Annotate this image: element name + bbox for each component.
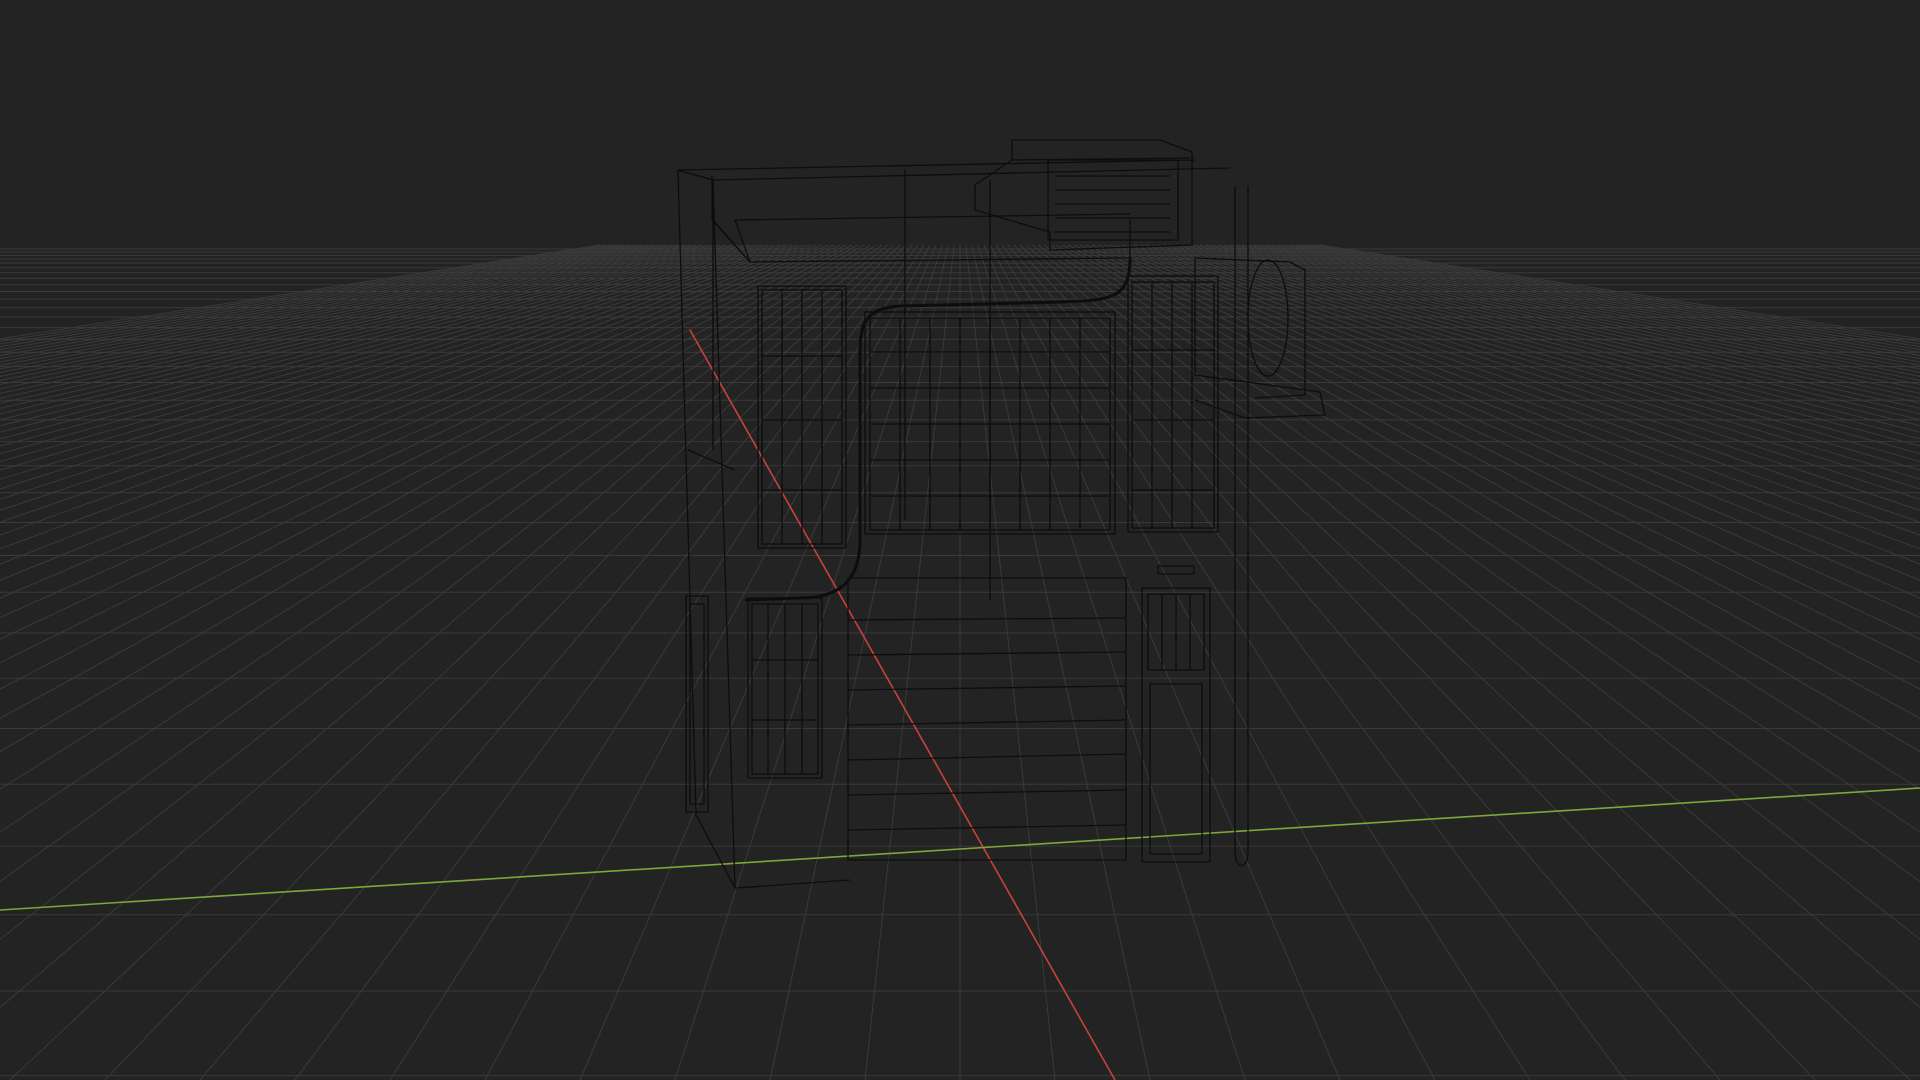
grid-line [199, 244, 913, 1080]
garage-shutter [847, 577, 1127, 861]
grid-line [0, 244, 883, 883]
grid-line [0, 244, 769, 471]
grid-line [989, 244, 1436, 1080]
grid-line [9, 244, 901, 1080]
grid-line [977, 244, 1246, 1080]
grid-line [1145, 244, 1920, 480]
grid-line [1103, 244, 1920, 565]
grid-line [0, 244, 619, 348]
grid-line [0, 244, 817, 565]
grid-line [0, 244, 667, 374]
grid-line [1139, 244, 1920, 490]
grid-line [995, 244, 1531, 1080]
side-panel [685, 595, 709, 813]
grid-line [1169, 244, 1920, 447]
grid-line [0, 244, 703, 399]
x-axis-line [689, 329, 1116, 1080]
3d-viewport[interactable] [0, 0, 1920, 1080]
grid-line [0, 244, 823, 581]
wall-cable [744, 257, 1132, 602]
grid-line [1049, 244, 1920, 790]
grid-line [0, 244, 613, 345]
grid-line [1175, 244, 1920, 440]
main-box [677, 159, 1231, 889]
grid-line [971, 244, 1151, 1080]
viewport-canvas[interactable] [0, 0, 1920, 1080]
grid-line [1133, 244, 1920, 500]
grid-line [1019, 244, 1911, 1080]
grid-line [0, 244, 637, 357]
grid-line [1283, 244, 1920, 357]
grid-line [1295, 244, 1920, 351]
grid-line [0, 244, 787, 500]
grid-line [1253, 244, 1920, 374]
grid-line [1229, 244, 1920, 390]
grid-line [1127, 244, 1920, 511]
grid-line [674, 244, 943, 1080]
grid-line [0, 244, 649, 363]
grid-line [0, 244, 661, 370]
grid-line [0, 244, 871, 790]
grid-line [0, 244, 691, 390]
grid-line [0, 244, 889, 940]
lower-left-window [747, 597, 823, 779]
grid-line [1217, 244, 1920, 399]
center-window [864, 311, 1116, 535]
grid-line [1091, 244, 1920, 599]
grid-line [1031, 244, 1920, 940]
grid-line [0, 244, 781, 490]
right-door [1141, 565, 1211, 863]
grid-line [0, 244, 745, 440]
grid-line [1097, 244, 1920, 581]
grid-line [1259, 244, 1920, 370]
grid-line [1115, 244, 1920, 536]
grid-line [1301, 244, 1920, 348]
grid-line [0, 244, 625, 351]
grid-line [1307, 244, 1920, 345]
grid-line [0, 244, 793, 511]
grid-line [0, 244, 775, 480]
grid-line [1151, 244, 1920, 471]
grid-line [0, 244, 751, 447]
grid-line [0, 244, 895, 1009]
grid-line [1271, 244, 1920, 363]
grid-line [294, 244, 919, 1080]
grid-line [965, 244, 1056, 1080]
grid-line [1001, 244, 1626, 1080]
grid-line [389, 244, 925, 1080]
grid-line [1025, 244, 1920, 1009]
roof-ac-unit [974, 139, 1193, 251]
grid-line [1037, 244, 1920, 883]
